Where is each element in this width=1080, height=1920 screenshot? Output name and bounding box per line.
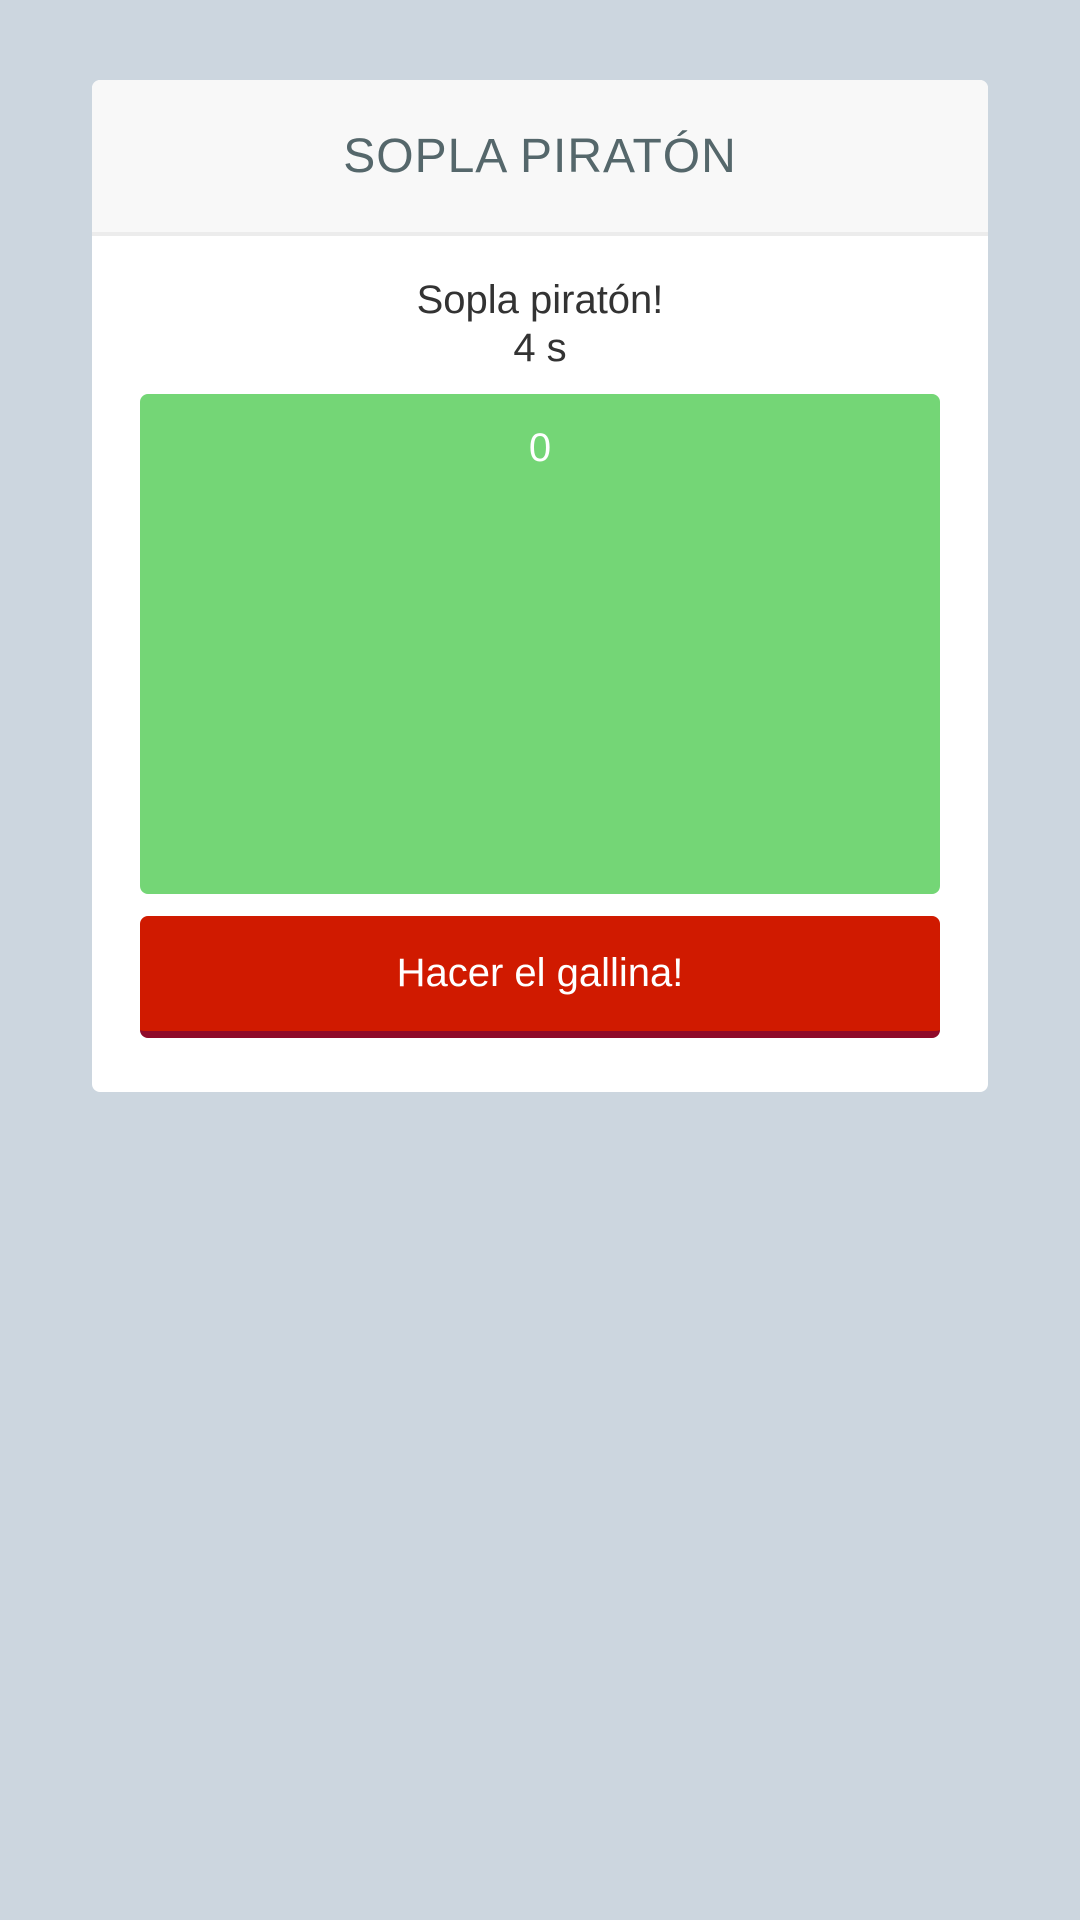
card-header: SOPLA PIRATÓN — [92, 80, 988, 236]
page-title: SOPLA PIRATÓN — [343, 129, 737, 183]
game-card: SOPLA PIRATÓN Sopla piratón! 4 s 0 Hacer… — [92, 80, 988, 1092]
chicken-out-button[interactable]: Hacer el gallina! — [140, 916, 940, 1038]
blow-prompt: Sopla piratón! — [416, 278, 664, 322]
countdown-timer: 4 s — [513, 326, 567, 370]
card-body: Sopla piratón! 4 s 0 Hacer el gallina! — [92, 276, 988, 1038]
blow-count: 0 — [528, 426, 552, 470]
blow-area[interactable]: 0 — [140, 394, 940, 894]
